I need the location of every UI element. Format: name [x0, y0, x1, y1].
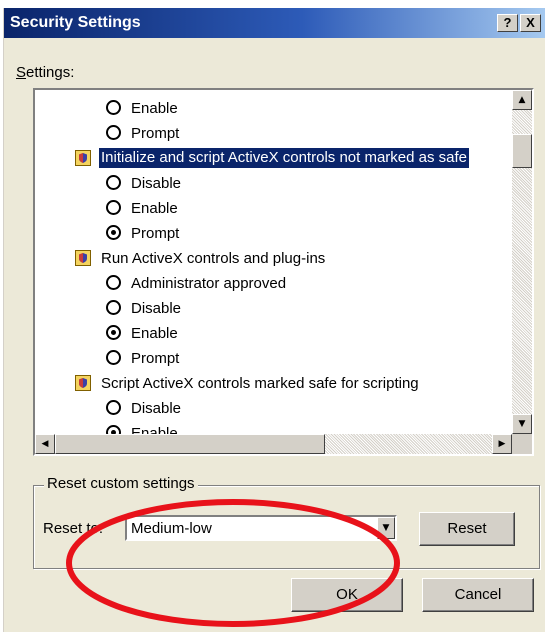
scroll-up-button[interactable]: ▲: [512, 90, 532, 110]
horizontal-scroll-thumb[interactable]: [55, 434, 325, 454]
radio-unchecked-icon[interactable]: [106, 275, 121, 290]
setting-group-header[interactable]: Script ActiveX controls marked safe for …: [35, 371, 513, 396]
vertical-scrollbar[interactable]: ▲ ▼: [512, 90, 532, 434]
window-title: Security Settings: [10, 14, 141, 31]
settings-list[interactable]: Enable Prompt Initialize and script Active…: [33, 88, 534, 456]
radio-option[interactable]: Enable: [35, 196, 513, 221]
radio-unchecked-icon[interactable]: [106, 300, 121, 315]
vertical-scroll-thumb[interactable]: [512, 134, 532, 168]
radio-label: Disable: [131, 400, 182, 417]
radio-label: Disable: [131, 300, 182, 317]
setting-group-header[interactable]: Run ActiveX controls and plug-ins: [35, 246, 513, 271]
radio-option[interactable]: Enable: [35, 96, 513, 121]
group-label: Run ActiveX controls and plug-ins: [101, 250, 326, 267]
help-button[interactable]: ?: [497, 14, 518, 32]
scroll-left-button[interactable]: ◀: [35, 434, 55, 454]
scroll-right-button[interactable]: ▶: [492, 434, 512, 454]
radio-unchecked-icon[interactable]: [106, 175, 121, 190]
radio-unchecked-icon[interactable]: [106, 400, 121, 415]
radio-label: Enable: [131, 100, 178, 117]
radio-option[interactable]: Prompt: [35, 221, 513, 246]
shield-icon: [75, 375, 91, 391]
radio-label: Prompt: [131, 125, 180, 142]
settings-label-rest: ettings:: [26, 64, 75, 81]
settings-list-rows: Enable Prompt Initialize and script Active…: [35, 96, 513, 446]
radio-label: Administrator approved: [131, 275, 287, 292]
dropdown-arrow-icon[interactable]: ▼: [377, 517, 395, 539]
radio-option[interactable]: Disable: [35, 396, 513, 421]
radio-label: Enable: [131, 325, 178, 342]
reset-button[interactable]: Reset: [419, 512, 515, 546]
setting-group-header[interactable]: Initialize and script ActiveX controls n…: [35, 146, 513, 171]
radio-unchecked-icon[interactable]: [106, 350, 121, 365]
radio-option[interactable]: Disable: [35, 296, 513, 321]
ok-button[interactable]: OK: [291, 578, 403, 612]
reset-to-value: Medium-low: [131, 520, 212, 537]
radio-option[interactable]: Prompt: [35, 121, 513, 146]
radio-checked-icon[interactable]: [106, 225, 121, 240]
security-settings-dialog: Security Settings ? X Settings: Enable Pr…: [3, 8, 545, 632]
shield-icon: [75, 150, 91, 166]
settings-label: Settings:: [16, 64, 75, 81]
group-label: Initialize and script ActiveX controls n…: [99, 148, 470, 168]
radio-unchecked-icon[interactable]: [106, 100, 121, 115]
scrollbar-corner: [512, 434, 532, 454]
radio-label: Enable: [131, 200, 178, 217]
cancel-button[interactable]: Cancel: [422, 578, 534, 612]
group-label: Script ActiveX controls marked safe for …: [101, 375, 419, 392]
radio-unchecked-icon[interactable]: [106, 125, 121, 140]
close-button[interactable]: X: [520, 14, 541, 32]
shield-icon: [75, 250, 91, 266]
reset-custom-settings-group: Reset custom settings Reset to: Medium-l…: [33, 475, 540, 569]
scroll-down-button[interactable]: ▼: [512, 414, 532, 434]
horizontal-scrollbar[interactable]: ◀ ▶: [35, 434, 512, 454]
radio-option[interactable]: Administrator approved: [35, 271, 513, 296]
radio-option[interactable]: Enable: [35, 321, 513, 346]
radio-checked-icon[interactable]: [106, 325, 121, 340]
title-bar[interactable]: Security Settings ? X: [4, 8, 545, 38]
reset-to-dropdown[interactable]: Medium-low ▼: [125, 515, 397, 541]
radio-option[interactable]: Disable: [35, 171, 513, 196]
radio-unchecked-icon[interactable]: [106, 200, 121, 215]
radio-label: Prompt: [131, 350, 180, 367]
radio-label: Disable: [131, 175, 182, 192]
group-legend: Reset custom settings: [44, 475, 198, 492]
reset-to-label: Reset to:: [43, 520, 104, 537]
radio-label: Prompt: [131, 225, 180, 242]
radio-option[interactable]: Prompt: [35, 346, 513, 371]
